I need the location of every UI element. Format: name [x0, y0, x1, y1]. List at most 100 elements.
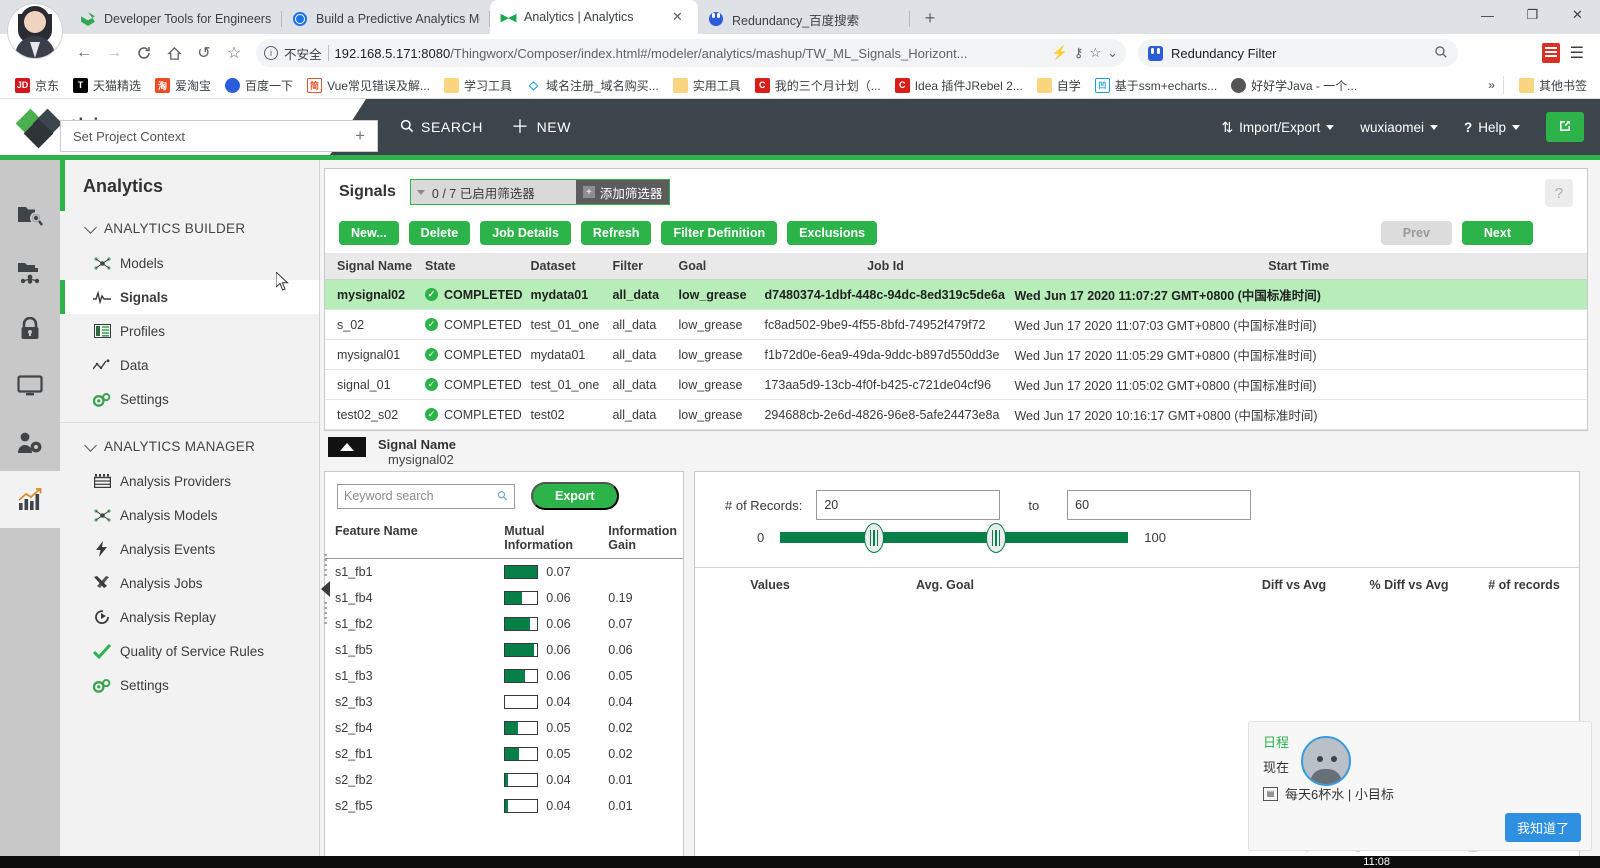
- exclusions-button[interactable]: Exclusions: [787, 221, 878, 245]
- modeling-icon[interactable]: [0, 243, 60, 300]
- table-row[interactable]: s1_fb3 0.06 0.05: [325, 663, 683, 689]
- table-row[interactable]: s2_fb3 0.04 0.04: [325, 689, 683, 715]
- sidebar-group-analytics-builder[interactable]: ANALYTICS BUILDER: [60, 211, 319, 246]
- close-window-icon[interactable]: ✕: [1555, 0, 1600, 30]
- slider-thumb-upper[interactable]: [985, 522, 1006, 553]
- sidebar-item-analysis-providers[interactable]: Analysis Providers: [60, 464, 319, 498]
- analytics-bar-chart-icon[interactable]: [0, 471, 60, 528]
- bookmark-item[interactable]: C 我的三个月计划（...: [748, 74, 888, 96]
- bookmark-item[interactable]: 实用工具: [666, 74, 748, 96]
- slider-thumb-lower[interactable]: [864, 522, 885, 553]
- col-values[interactable]: Values: [695, 578, 845, 592]
- launch-button[interactable]: [1546, 112, 1584, 142]
- sidebar-item-analysis-models[interactable]: Analysis Models: [60, 498, 319, 532]
- bookmark-star-icon[interactable]: ☆: [220, 39, 248, 67]
- bookmark-item[interactable]: 淘爱淘宝: [148, 74, 218, 96]
- records-to-input[interactable]: 60: [1067, 490, 1252, 520]
- bookmark-item[interactable]: T 天猫精选: [66, 74, 148, 96]
- back-icon[interactable]: ←: [70, 39, 98, 67]
- sidebar-item-analysis-events[interactable]: Analysis Events: [60, 532, 319, 566]
- col-job-id[interactable]: Job Id: [760, 253, 1011, 280]
- keyword-search-input[interactable]: Keyword search ⚲: [337, 483, 515, 509]
- search-icon[interactable]: [1434, 45, 1448, 62]
- table-row[interactable]: s1_fb4 0.06 0.19: [325, 585, 683, 611]
- filter-count-dropdown[interactable]: 0 / 7 已启用筛选器: [410, 180, 576, 204]
- delete-button[interactable]: Delete: [408, 221, 471, 245]
- refresh-button[interactable]: Refresh: [580, 221, 652, 245]
- col-avg-goal[interactable]: Avg. Goal: [845, 578, 1045, 592]
- import-export-menu[interactable]: ⇅ Import/Export: [1221, 119, 1335, 136]
- panel-resize-handle[interactable]: [321, 554, 330, 624]
- browser-tab-3[interactable]: Redundancy_百度搜索: [698, 4, 910, 34]
- set-project-context[interactable]: Set Project Context +: [60, 120, 378, 152]
- bookmark-item[interactable]: 简 Vue常见错误及解...: [300, 74, 437, 96]
- col-pct-diff-vs-avg[interactable]: % Diff vs Avg: [1349, 578, 1469, 592]
- reload-icon[interactable]: [130, 39, 158, 67]
- sidebar-item-analysis-replay[interactable]: Analysis Replay: [60, 600, 319, 634]
- sidebar-item-quality-of-service-rules[interactable]: Quality of Service Rules: [60, 634, 319, 668]
- bookmark-item[interactable]: 百度一下: [218, 74, 300, 96]
- star-icon[interactable]: ☆: [1089, 45, 1101, 61]
- job-details-button[interactable]: Job Details: [480, 221, 571, 245]
- browser-tab-0[interactable]: Developer Tools for Engineers | PT: [70, 4, 282, 34]
- filter-control[interactable]: 0 / 7 已启用筛选器 + 添加筛选器: [409, 179, 671, 205]
- add-filter-button[interactable]: + 添加筛选器: [575, 180, 670, 204]
- profile-avatar[interactable]: [7, 3, 63, 59]
- sidebar-item-settings-manager[interactable]: Settings: [60, 668, 319, 702]
- sidebar-item-profiles[interactable]: Profiles: [60, 314, 319, 348]
- schedule-popup[interactable]: 日程 现在 ▤ 每天6杯水 | 小目标 我知道了: [1248, 721, 1592, 851]
- magnifier-icon[interactable]: ⚲: [494, 487, 512, 505]
- system-user-gear-icon[interactable]: [0, 414, 60, 471]
- new-nav-button[interactable]: ＋ NEW: [511, 118, 571, 136]
- col-signal-name[interactable]: Signal Name: [325, 253, 421, 280]
- table-row[interactable]: s2_fb2 0.04 0.01: [325, 767, 683, 793]
- export-button[interactable]: Export: [531, 482, 619, 510]
- security-lock-icon[interactable]: [0, 300, 60, 357]
- sidebar-group-analytics-manager[interactable]: ANALYTICS MANAGER: [60, 429, 319, 464]
- col-feature-name[interactable]: Feature Name: [325, 520, 505, 559]
- table-row[interactable]: s1_fb2 0.06 0.07: [325, 611, 683, 637]
- col-dataset[interactable]: Dataset: [526, 253, 609, 280]
- home-icon[interactable]: [160, 39, 188, 67]
- minimize-icon[interactable]: —: [1465, 0, 1510, 30]
- col-diff-vs-avg[interactable]: Diff vs Avg: [1239, 578, 1349, 592]
- table-row[interactable]: s1_fb5 0.06 0.06: [325, 637, 683, 663]
- new-button[interactable]: New...: [339, 221, 399, 245]
- table-row[interactable]: s2_fb5 0.04 0.01: [325, 793, 683, 819]
- pdf-extension-icon[interactable]: [1541, 43, 1560, 63]
- visualization-monitor-icon[interactable]: [0, 357, 60, 414]
- overflow-chevron-icon[interactable]: »: [1488, 78, 1495, 92]
- new-tab-button[interactable]: +: [916, 4, 944, 32]
- table-row[interactable]: s1_fb1 0.07: [325, 559, 683, 586]
- bookmark-item[interactable]: 凹基于ssm+echarts...: [1088, 74, 1224, 96]
- table-row[interactable]: s2_fb1 0.05 0.02: [325, 741, 683, 767]
- browser-tab-1[interactable]: Build a Predictive Analytics Mode: [282, 4, 490, 34]
- help-menu[interactable]: ? Help: [1464, 120, 1520, 135]
- collapse-toggle[interactable]: [328, 437, 366, 457]
- bookmark-item[interactable]: 好好学Java - 一个...: [1224, 74, 1364, 96]
- search-input[interactable]: Redundancy Filter: [1138, 39, 1458, 67]
- close-icon[interactable]: ✕: [672, 9, 688, 25]
- col-goal[interactable]: Goal: [674, 253, 761, 280]
- search-nav-button[interactable]: SEARCH: [400, 119, 483, 136]
- forward-icon[interactable]: →: [100, 39, 128, 67]
- chevron-down-icon[interactable]: ⌄: [1107, 45, 1118, 61]
- browser-tab-2[interactable]: ▶◀ Analytics | Analytics ✕: [490, 0, 698, 34]
- bookmark-item[interactable]: ◇ 域名注册_域名购买...: [519, 74, 666, 96]
- sidebar-item-settings-builder[interactable]: Settings: [60, 382, 319, 416]
- sidebar-item-data[interactable]: Data: [60, 348, 319, 382]
- table-row[interactable]: test02_s02 ✓ COMPLETED test02 all_data lo…: [325, 399, 1587, 430]
- history-icon[interactable]: ↺: [190, 39, 218, 67]
- bookmark-item[interactable]: JD 京东: [8, 74, 66, 96]
- filter-definition-button[interactable]: Filter Definition: [661, 221, 778, 245]
- table-row[interactable]: mysignal01 ✓ COMPLETED mydata01 all_data …: [325, 339, 1587, 370]
- records-from-input[interactable]: 20: [816, 490, 1001, 520]
- table-row[interactable]: mysignal02 ✓ COMPLETED mydata01 all_data …: [325, 279, 1587, 310]
- col-filter[interactable]: Filter: [608, 253, 675, 280]
- col-state[interactable]: State: [421, 253, 527, 280]
- bookmark-item[interactable]: C Idea 插件JRebel 2...: [888, 74, 1030, 96]
- col-information-gain[interactable]: Information Gain: [608, 520, 683, 559]
- records-range-slider[interactable]: [780, 522, 1129, 553]
- plus-icon[interactable]: +: [355, 126, 365, 146]
- table-row[interactable]: signal_01 ✓ COMPLETED test_01_one all_dat…: [325, 369, 1587, 400]
